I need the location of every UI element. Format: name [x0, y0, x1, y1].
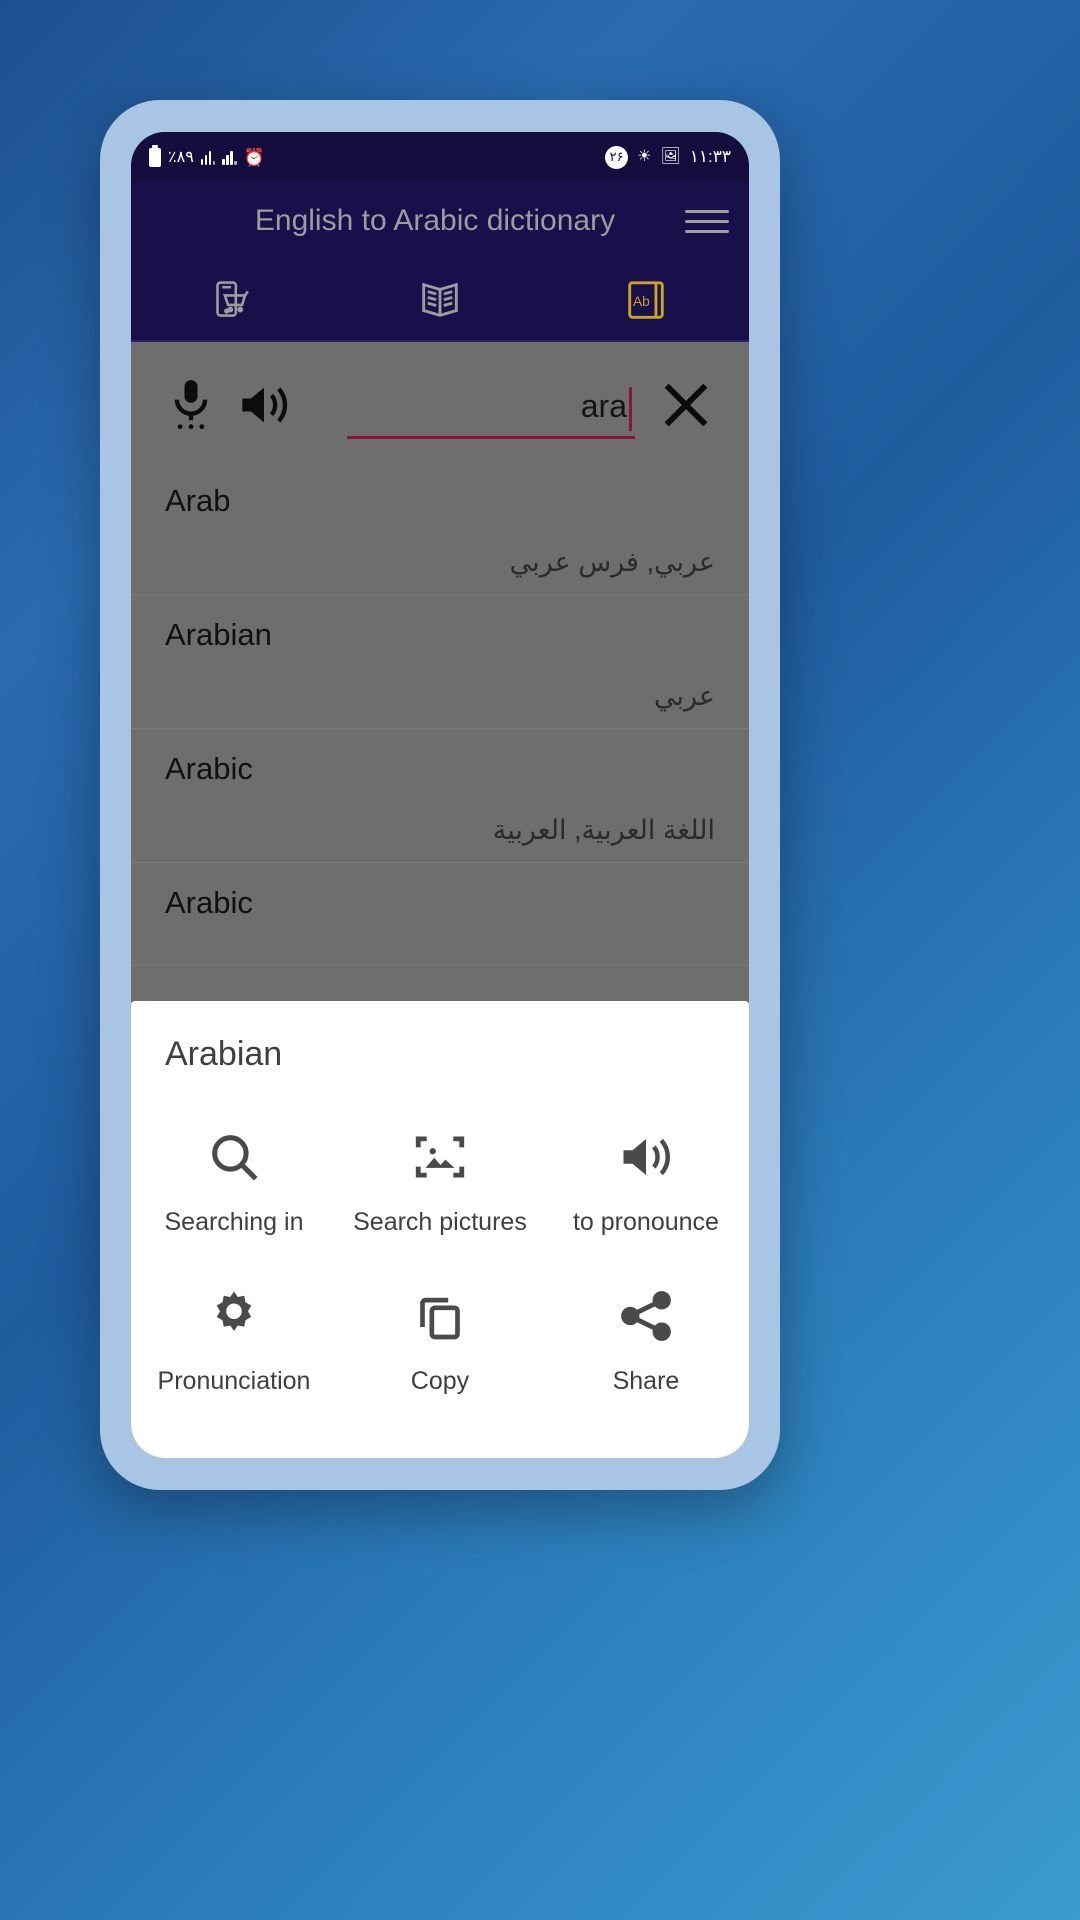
search-row: ara: [131, 342, 749, 439]
open-book-icon: [422, 282, 458, 317]
mobile-cart-icon: [216, 281, 249, 317]
signal-strength-icon-sim2: [222, 149, 237, 165]
word-english: Arabic: [165, 885, 253, 920]
action-pronunciation[interactable]: Pronunciation: [131, 1259, 337, 1418]
dimmed-content-area: ara Arab عربي, فرس عربي Arabian عربي Ara…: [131, 342, 749, 1458]
tab-mobile-cart[interactable]: [131, 260, 337, 340]
search-input[interactable]: ara: [347, 377, 635, 439]
action-label: to pronounce: [572, 1208, 719, 1236]
list-item[interactable]: Arabian عربي: [131, 595, 749, 729]
action-label: Pronunciation: [157, 1367, 311, 1395]
word-english: Arab: [165, 483, 231, 518]
speaker-glyph: [623, 1138, 670, 1176]
search-input-underline: [347, 435, 635, 439]
bottom-sheet: Arabian Searching in Search pictures to …: [131, 1001, 749, 1458]
copy-icon: [412, 1285, 468, 1347]
action-search-pictures[interactable]: Search pictures: [337, 1100, 543, 1259]
word-english: Arabic: [165, 751, 253, 786]
hamburger-menu-icon[interactable]: [685, 204, 729, 238]
speaker-glyph: [242, 387, 288, 423]
gallery-icon: 🖼: [660, 148, 681, 165]
microphone-icon[interactable]: [165, 376, 217, 439]
brightness-icon: ☀: [637, 148, 652, 165]
gear-icon: [204, 1285, 264, 1347]
action-label: Search pictures: [353, 1208, 527, 1236]
gear-glyph: [216, 1291, 252, 1331]
status-bar: ٪٨٩ ⏰ ٢۶ ☀ 🖼 ١١:٣٣: [131, 132, 749, 182]
close-x-glyph: [664, 383, 708, 427]
share-glyph: [621, 1291, 671, 1341]
word-arabic: عربي: [653, 681, 715, 711]
tab-ab-dictionary[interactable]: Ab: [543, 260, 749, 340]
word-arabic: اللغة العربية, العربية: [492, 815, 715, 845]
word-english: Arabian: [165, 617, 272, 652]
alarm-icon: ⏰: [243, 147, 265, 167]
search-icon: [205, 1126, 263, 1188]
bottom-sheet-action-grid: Searching in Search pictures to pronounc…: [131, 1100, 749, 1418]
mic-glyph: [174, 380, 208, 430]
app-bar: English to Arabic dictionary: [131, 182, 749, 260]
share-icon: [617, 1285, 675, 1347]
signal-strength-icon: [200, 149, 216, 165]
notification-count-badge: ٢۶: [605, 145, 629, 169]
image-search-glyph: [415, 1136, 465, 1178]
clear-icon[interactable]: [657, 376, 715, 439]
bottom-sheet-title: Arabian: [165, 1035, 283, 1073]
word-arabic: عربي, فرس عربي: [509, 547, 715, 577]
action-copy[interactable]: Copy: [337, 1259, 543, 1418]
action-searching-in[interactable]: Searching in: [131, 1100, 337, 1259]
copy-glyph: [420, 1297, 460, 1340]
list-item[interactable]: Arabic اللغة العربية, العربية: [131, 729, 749, 863]
speaker-icon[interactable]: [235, 379, 293, 436]
page-title: English to Arabic dictionary: [254, 204, 616, 237]
battery-icon: [149, 144, 161, 167]
status-bar-right: ٢۶ ☀ 🖼 ١١:٣٣: [605, 145, 731, 169]
action-to-pronounce[interactable]: to pronounce: [543, 1100, 749, 1259]
list-item[interactable]: Arab عربي, فرس عربي: [131, 461, 749, 595]
list-item[interactable]: Arabic: [131, 863, 749, 966]
text-cursor: [629, 386, 632, 431]
search-glyph: [212, 1135, 258, 1181]
battery-percent-label: ٪٨٩: [168, 149, 194, 166]
action-label: Share: [612, 1367, 680, 1395]
status-bar-left: ٪٨٩ ⏰: [149, 144, 265, 167]
action-label: Copy: [410, 1367, 470, 1395]
phone-screen: ٪٨٩ ⏰ ٢۶ ☀ 🖼 ١١:٣٣ English to Arabic dic…: [131, 132, 749, 1458]
status-clock: ١١:٣٣: [689, 147, 731, 166]
phone-frame: ٪٨٩ ⏰ ٢۶ ☀ 🖼 ١١:٣٣ English to Arabic dic…: [100, 100, 780, 1490]
speaker-icon: [616, 1126, 676, 1188]
action-share[interactable]: Share: [543, 1259, 749, 1418]
tab-bar: Ab: [131, 260, 749, 342]
ab-dictionary-icon: Ab: [628, 281, 664, 319]
action-label: Searching in: [164, 1208, 304, 1236]
search-input-value: ara: [580, 387, 627, 424]
word-result-list: Arab عربي, فرس عربي Arabian عربي Arabic …: [131, 461, 749, 966]
image-search-icon: [411, 1126, 469, 1188]
tab-open-book[interactable]: [337, 260, 543, 340]
svg-text:Ab: Ab: [633, 294, 650, 309]
